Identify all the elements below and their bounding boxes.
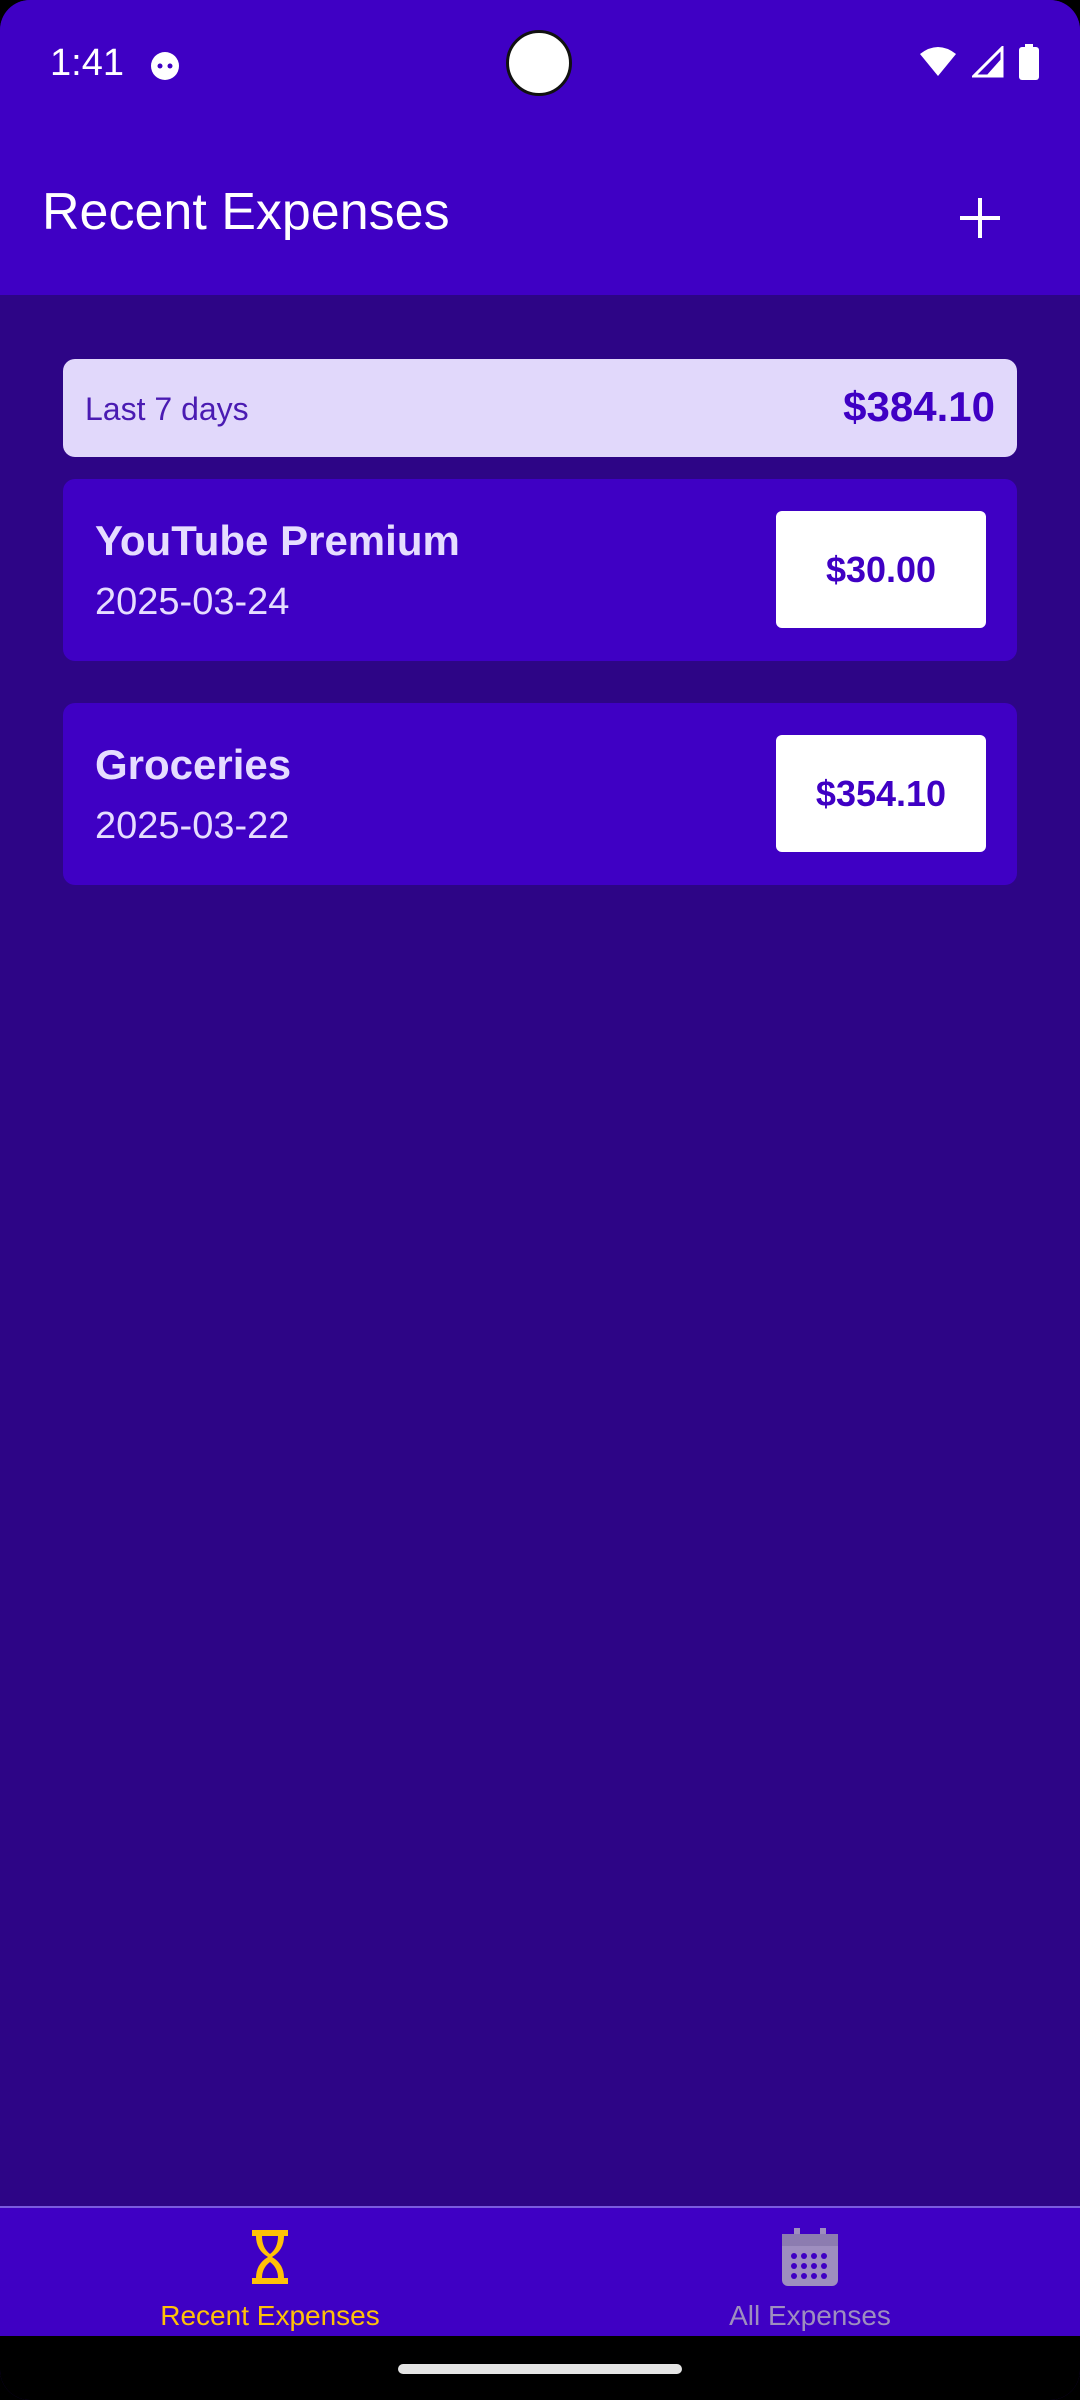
battery-icon: [1018, 44, 1040, 85]
app-screen: 1:41 Recent Expenses Last 7 days $384.10…: [0, 0, 1080, 2400]
nav-item-all-expenses[interactable]: All Expenses: [540, 2208, 1080, 2338]
camera-cutout: [506, 30, 572, 96]
app-bar: Recent Expenses: [0, 130, 1080, 295]
calendar-icon: [780, 2226, 840, 2288]
summary-card: Last 7 days $384.10: [63, 359, 1017, 457]
summary-total: $384.10: [843, 383, 995, 430]
expense-title: YouTube Premium: [95, 517, 460, 564]
add-expense-button[interactable]: [940, 180, 1020, 260]
expense-amount: $354.10: [776, 735, 986, 852]
hourglass-icon: [240, 2226, 300, 2288]
gesture-bar: [0, 2336, 1080, 2400]
expense-date: 2025-03-24: [95, 581, 290, 623]
home-gesture-handle[interactable]: [398, 2364, 682, 2374]
page-title: Recent Expenses: [42, 183, 450, 241]
bottom-navigation: Recent Expenses All Expenses: [0, 2206, 1080, 2336]
cellular-signal-icon: [970, 44, 1004, 83]
status-time: 1:41: [50, 42, 124, 84]
nav-label: All Expenses: [729, 2300, 891, 2331]
expense-item[interactable]: Groceries 2025-03-22 $354.10: [63, 703, 1017, 885]
nav-label: Recent Expenses: [160, 2300, 380, 2331]
summary-period-label: Last 7 days: [85, 391, 249, 427]
plus-icon: [958, 196, 1002, 245]
status-bar: 1:41: [0, 0, 1080, 130]
wifi-icon: [918, 46, 958, 83]
expense-date: 2025-03-22: [95, 805, 290, 847]
status-icons: [918, 44, 1040, 85]
nav-item-recent-expenses[interactable]: Recent Expenses: [0, 2208, 540, 2338]
android-app-icon: [148, 48, 182, 82]
expense-item[interactable]: YouTube Premium 2025-03-24 $30.00: [63, 479, 1017, 661]
expense-amount: $30.00: [776, 511, 986, 628]
expense-title: Groceries: [95, 741, 292, 788]
